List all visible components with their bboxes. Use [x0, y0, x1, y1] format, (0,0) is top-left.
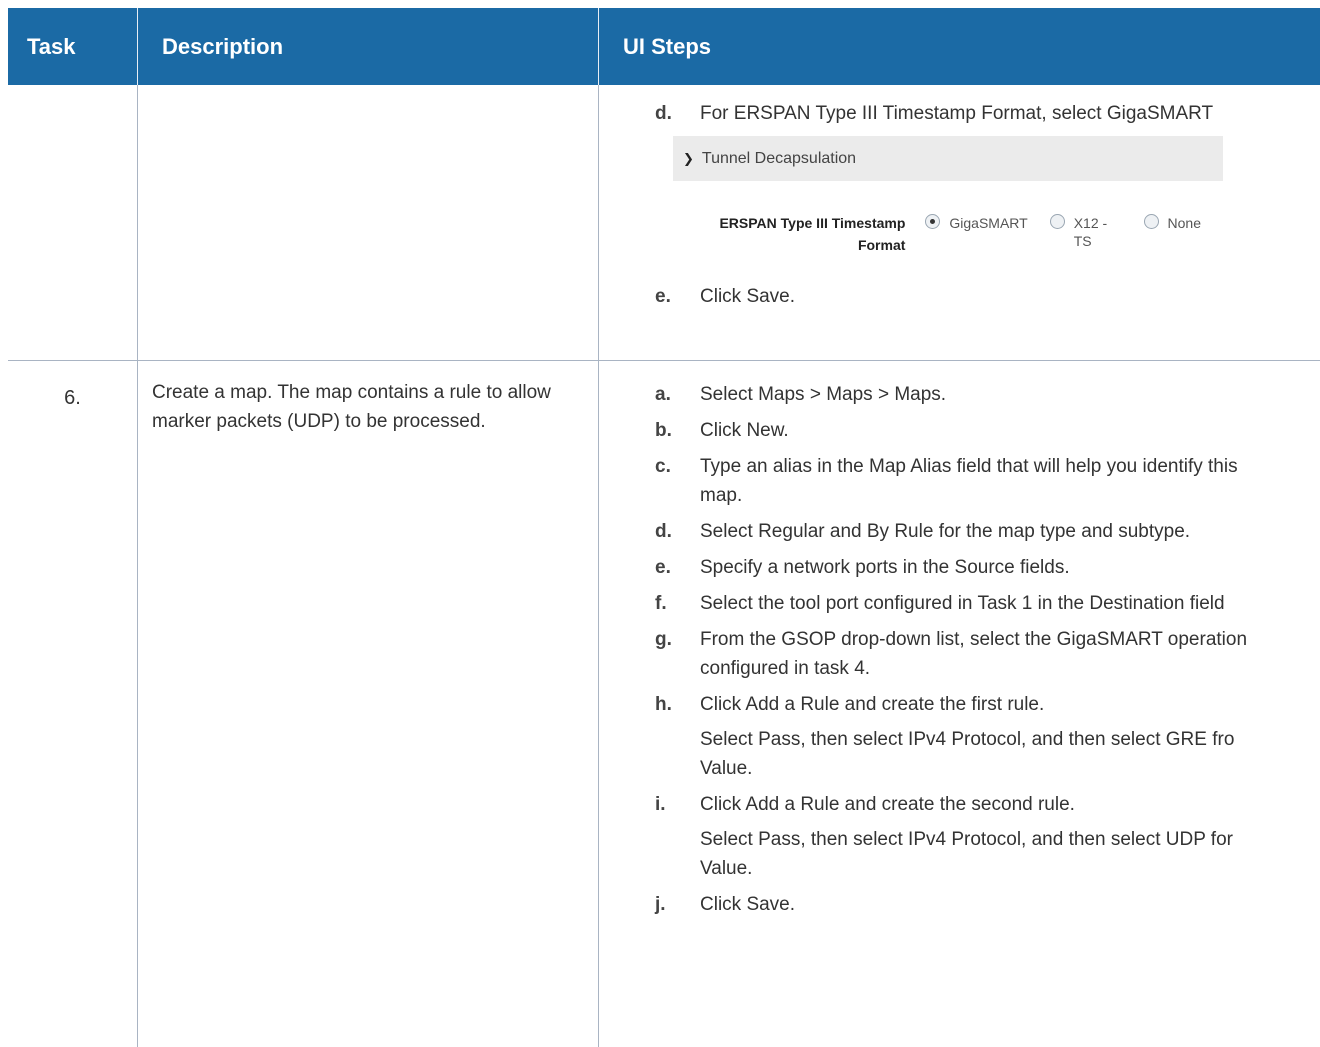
step-text: Select Regular and By Rule for the map t…: [700, 521, 1191, 542]
radio-label: GigaSMART: [949, 215, 1028, 231]
step-text: Click Save.: [700, 894, 796, 915]
ui-steps-cell: d. For ERSPAN Type III Timestamp Format,…: [599, 85, 1320, 360]
field-label: ERSPAN Type III Timestamp Format: [719, 215, 906, 253]
step-item: h. Click Add a Rule and create the first…: [655, 690, 1280, 783]
step-item: e. Click Save.: [655, 282, 1280, 311]
step-subtext: Select Pass, then select IPv4 Protocol, …: [700, 829, 1233, 879]
step-letter: h.: [655, 694, 672, 715]
step-letter: i.: [655, 794, 666, 815]
step-item: b. Click New.: [655, 416, 1280, 445]
step-text: Click Add a Rule and create the second r…: [700, 794, 1075, 815]
step-item: d. Select Regular and By Rule for the ma…: [655, 517, 1280, 546]
step-text: Select Maps > Maps > Maps.: [700, 384, 947, 405]
radio-unchecked-icon: [1049, 214, 1065, 229]
step-letter: e.: [655, 286, 671, 307]
header-ui-steps: UI Steps: [623, 33, 712, 59]
radio-none[interactable]: None: [1143, 214, 1201, 256]
step-item: g. From the GSOP drop-down list, select …: [655, 625, 1280, 683]
radio-x12-ts[interactable]: X12 - TS: [1049, 214, 1122, 256]
step-text: For ERSPAN Type III Timestamp Format, se…: [700, 103, 1214, 124]
radio-group: GigaSMART X12 - TS None: [925, 212, 1223, 256]
step-text: Select the tool port configured in Task …: [700, 593, 1225, 614]
step-letter: g.: [655, 629, 672, 650]
radio-unchecked-icon: [1143, 214, 1159, 229]
step-subtext: Select Pass, then select IPv4 Protocol, …: [700, 729, 1235, 779]
step-item: c. Type an alias in the Map Alias field …: [655, 452, 1280, 510]
step-text: From the GSOP drop-down list, select the…: [700, 629, 1248, 679]
task-number: [8, 85, 138, 360]
tunnel-decapsulation-section[interactable]: ❯ Tunnel Decapsulation: [673, 136, 1223, 181]
step-letter: d.: [655, 103, 672, 124]
table-row: 6. Create a map. The map contains a rule…: [8, 361, 1320, 1047]
step-list: a. Select Maps > Maps > Maps. b. Click N…: [599, 361, 1320, 919]
timestamp-format-field: ERSPAN Type III Timestamp Format GigaSMA…: [673, 212, 1223, 256]
step-item: f. Select the tool port configured in Ta…: [655, 589, 1280, 618]
step-text: Specify a network ports in the Source fi…: [700, 557, 1070, 578]
step-letter: j.: [655, 894, 666, 915]
task-description: [138, 85, 599, 360]
step-letter: a.: [655, 384, 671, 405]
section-title: Tunnel Decapsulation: [701, 149, 857, 167]
step-text-group: Click Add a Rule and create the second r…: [700, 790, 1280, 883]
table-row: d. For ERSPAN Type III Timestamp Format,…: [8, 85, 1320, 361]
ui-screenshot: ❯ Tunnel Decapsulation ERSPAN Type III T…: [673, 136, 1223, 256]
radio-gigasmart[interactable]: GigaSMART: [925, 214, 1028, 256]
step-list: d. For ERSPAN Type III Timestamp Format,…: [599, 85, 1320, 311]
step-text: Click Save.: [700, 286, 796, 307]
step-letter: e.: [655, 557, 671, 578]
step-text: Click New.: [700, 420, 789, 441]
chevron-down-icon: ❯: [683, 150, 694, 166]
radio-checked-icon: [925, 214, 941, 229]
step-letter: b.: [655, 420, 672, 441]
step-letter: d.: [655, 521, 672, 542]
radio-label: X12 - TS: [1073, 215, 1108, 249]
radio-label: None: [1167, 215, 1201, 231]
task-description: Create a map. The map contains a rule to…: [138, 361, 599, 1047]
step-item: d. For ERSPAN Type III Timestamp Format,…: [655, 99, 1280, 128]
step-item: a. Select Maps > Maps > Maps.: [655, 380, 1280, 409]
step-item: j. Click Save.: [655, 890, 1280, 919]
table-header: Task Description UI Steps: [8, 8, 1320, 85]
step-letter: f.: [655, 593, 667, 614]
task-number: 6.: [8, 361, 138, 1047]
procedure-table: Task Description UI Steps d. For ERSPAN …: [8, 8, 1320, 1047]
step-text: Type an alias in the Map Alias field tha…: [700, 456, 1238, 506]
step-text-group: Click Add a Rule and create the first ru…: [700, 690, 1280, 783]
header-description: Description: [138, 8, 599, 85]
step-item: i. Click Add a Rule and create the secon…: [655, 790, 1280, 883]
step-letter: c.: [655, 456, 671, 477]
ui-steps-cell: a. Select Maps > Maps > Maps. b. Click N…: [599, 361, 1320, 1047]
step-text: Click Add a Rule and create the first ru…: [700, 694, 1045, 715]
step-item: e. Specify a network ports in the Source…: [655, 553, 1280, 582]
header-task: Task: [8, 8, 138, 85]
